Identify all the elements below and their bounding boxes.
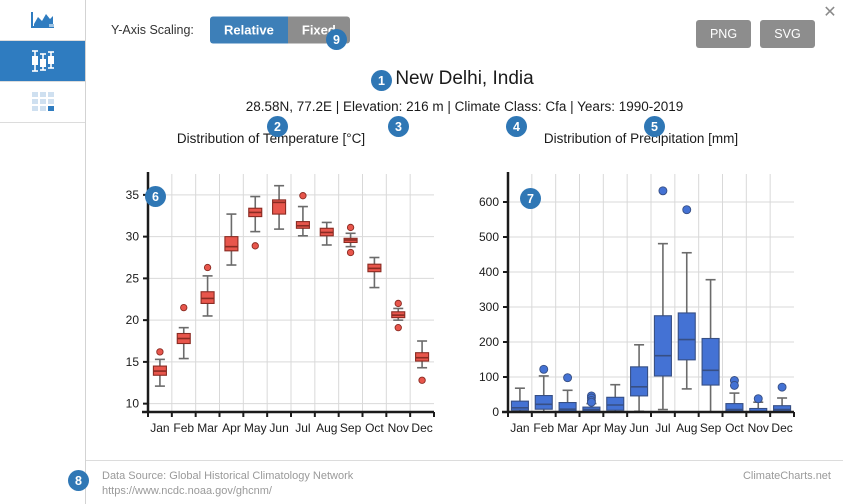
svg-text:Jul: Jul [655, 421, 670, 435]
data-source-url[interactable]: https://www.ncdc.noaa.gov/ghcnm/ [102, 485, 272, 497]
svg-text:Apr: Apr [582, 421, 601, 435]
svg-text:Jun: Jun [269, 421, 288, 435]
export-svg-button[interactable]: SVG [760, 20, 815, 48]
svg-text:Jun: Jun [629, 421, 648, 435]
toggle-relative[interactable]: Relative [210, 16, 288, 44]
sidebar-item-data-table[interactable] [0, 82, 85, 123]
chart-panel: Y-Axis Scaling: Relative Fixed 9 PNG SVG… [68, 0, 843, 504]
svg-text:Feb: Feb [533, 421, 554, 435]
svg-text:Dec: Dec [771, 421, 792, 435]
svg-text:Oct: Oct [725, 421, 744, 435]
svg-text:Sep: Sep [700, 421, 722, 435]
svg-text:Mar: Mar [557, 421, 578, 435]
svg-text:Aug: Aug [316, 421, 337, 435]
svg-text:Jan: Jan [510, 421, 529, 435]
table-grid-icon [31, 91, 55, 113]
svg-text:100: 100 [479, 370, 499, 384]
badge-7: 7 [520, 188, 541, 209]
close-icon[interactable]: ✕ [821, 4, 839, 22]
toolbar: Y-Axis Scaling: Relative Fixed 9 PNG SVG… [86, 0, 843, 60]
boxplot-icon [29, 50, 57, 72]
svg-text:35: 35 [126, 188, 140, 202]
svg-text:Feb: Feb [173, 421, 194, 435]
badge-1: 1 [371, 70, 392, 91]
svg-text:Mar: Mar [197, 421, 218, 435]
station-metadata: 28.58N, 77.2E | Elevation: 216 m | Clima… [245, 99, 684, 114]
export-png-button[interactable]: PNG [696, 20, 751, 48]
svg-text:Dec: Dec [411, 421, 432, 435]
precipitation-chart-title: Distribution of Precipitation [mm] [543, 131, 739, 146]
badge-8: 8 [68, 470, 89, 491]
footer: Data Source: Global Historical Climatolo… [86, 460, 843, 504]
data-source-line: Data Source: Global Historical Climatolo… [102, 470, 354, 482]
svg-text:Sep: Sep [340, 421, 362, 435]
climate-charts-app: Y-Axis Scaling: Relative Fixed 9 PNG SVG… [0, 0, 843, 504]
badge-4: 4 [506, 116, 527, 137]
svg-text:Apr: Apr [222, 421, 241, 435]
svg-text:May: May [244, 421, 267, 435]
svg-text:10: 10 [126, 397, 140, 411]
svg-text:30: 30 [126, 230, 140, 244]
sidebar-item-area-chart[interactable] [0, 0, 85, 41]
badge-9: 9 [326, 29, 347, 50]
page-title: New Delhi, India [395, 68, 534, 89]
area-chart-icon [30, 10, 56, 30]
badge-5: 5 [644, 116, 665, 137]
svg-text:Jan: Jan [150, 421, 169, 435]
badge-6: 6 [145, 186, 166, 207]
svg-text:500: 500 [479, 230, 499, 244]
svg-text:May: May [604, 421, 627, 435]
y-axis-scaling-label: Y-Axis Scaling: [111, 23, 194, 37]
svg-text:300: 300 [479, 300, 499, 314]
sidebar-item-boxplot[interactable] [0, 41, 85, 82]
svg-text:Aug: Aug [676, 421, 697, 435]
svg-text:Nov: Nov [748, 421, 769, 435]
svg-text:Jul: Jul [295, 421, 310, 435]
svg-text:Oct: Oct [365, 421, 384, 435]
svg-text:25: 25 [126, 271, 140, 285]
precipitation-boxplot-chart[interactable]: 0 100 200 300 400 500 600 Jan Feb Mar Apr May Jun Jul… [460, 160, 800, 450]
svg-text:20: 20 [126, 313, 140, 327]
badge-2: 2 [267, 116, 288, 137]
svg-text:200: 200 [479, 335, 499, 349]
svg-text:0: 0 [492, 405, 499, 419]
svg-text:600: 600 [479, 195, 499, 209]
svg-text:15: 15 [126, 355, 140, 369]
brand-label: ClimateCharts.net [742, 470, 831, 482]
svg-text:Nov: Nov [388, 421, 409, 435]
svg-text:400: 400 [479, 265, 499, 279]
badge-3: 3 [388, 116, 409, 137]
sidebar [0, 0, 86, 504]
